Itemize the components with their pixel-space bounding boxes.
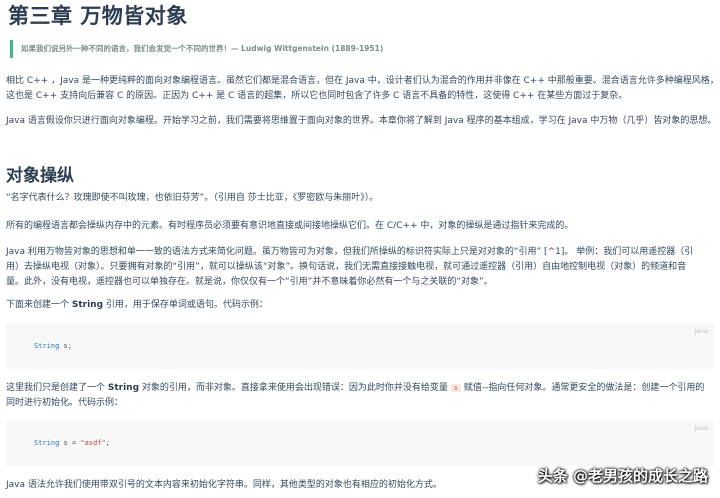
paragraph-java-assumption: Java 语言假设你只进行面向对象编程。开始学习之前，我们需要将思维置于面向对象… [6, 114, 717, 129]
code-type: String [34, 439, 60, 447]
paragraph-memory: 所有的编程语言都会操纵内存中的元素。有时程序员必须要有意识地直接或间接地操纵它们… [6, 219, 714, 234]
paragraph-reference: Java 利用万物皆对象的思想和单一一致的语法方式来简化问题。虽万物皆可为对象，… [6, 245, 714, 290]
code-type: String [34, 342, 60, 350]
paragraph-create-string: 下面来创建一个 String 引用，用于保存单词或语句。代码示例： [6, 298, 714, 313]
code-block-2: java String s = "asdf"; [6, 420, 714, 466]
paragraph-reference-only: 这里我们只是创建了一个 String 对象的引用，而非对象。直接拿来使用会出现错… [6, 381, 714, 411]
text-segment: 下面来创建一个 [6, 300, 72, 310]
reference-line-1: Java 利用万物皆对象的思想和单一一致的语法方式来简化问题。虽万物皆可为对象，… [6, 247, 694, 257]
watermark: 头条 @老男孩的成长之路 [537, 467, 708, 485]
document-page: 第三章 万物皆对象 如果我们说另外一种不同的语言，我们会发觉一个不同的世界！— … [0, 0, 720, 498]
code-language-label: java [694, 424, 708, 432]
bold-keyword: String [71, 300, 104, 310]
code-language-label: java [694, 327, 708, 335]
text-segment: 对象的引用，而非对象。直接拿来使用会出现错误：因为此时你并没有给变量 [139, 383, 451, 393]
code-rest: ; [105, 439, 110, 447]
chapter-title: 第三章 万物皆对象 [8, 4, 188, 28]
text-segment: 同时进行初始化。代码示例： [6, 398, 124, 408]
intro-paragraph: 相比 C++ ，Java 是一种更纯粹的面向对象编程语言。虽然它们都是混合语言，… [6, 74, 719, 104]
code-block-1: java String s; [6, 323, 714, 369]
blockquote: 如果我们说另外一种不同的语言，我们会发觉一个不同的世界！— Ludwig Wit… [10, 40, 720, 58]
code-line: String s; [34, 342, 72, 350]
text-segment: 赋值--指向任何对象。通常更安全的做法是：创建一个引用的 [461, 383, 705, 393]
text-segment: 这里我们只是创建了一个 [6, 383, 108, 393]
paragraph-text: “名字代表什么？玫瑰即使不叫玫瑰，也依旧芬芳”。（引用自 莎士比亚，《罗密欧与朱… [6, 193, 379, 203]
text-segment: 引用，用于保存单词或语句。代码示例： [103, 300, 268, 310]
bold-keyword: String [107, 383, 140, 393]
shakespeare-quote: “名字代表什么？玫瑰即使不叫玫瑰，也依旧芬芳”。（引用自 莎士比亚，《罗密欧与朱… [6, 191, 714, 206]
code-string: "asdf" [80, 439, 106, 447]
paragraph-text: Java 语言假设你只进行面向对象编程。开始学习之前，我们需要将思维置于面向对象… [6, 116, 717, 126]
paragraph-text: 所有的编程语言都会操纵内存中的元素。有时程序员必须要有意识地直接或间接地操纵它们… [6, 221, 574, 231]
intro-line-1: 相比 C++ ，Java 是一种更纯粹的面向对象编程语言。虽然它们都是混合语言，… [6, 76, 719, 86]
reference-line-2: 用）去操纵电视（对象）。只要拥有对象的“引用”，就可以操纵该“对象”。换句话说，… [6, 262, 687, 272]
inline-code: s [450, 384, 461, 392]
code-rest: s; [59, 342, 72, 350]
reference-line-3: 量。此外，没有电视，遥控器也可以单独存在。就是说，你仅仅有一个“引用”并不意味着… [6, 277, 493, 287]
code-line: String s = "asdf"; [34, 439, 110, 447]
section-title: 对象操纵 [6, 166, 74, 186]
intro-line-2: 这也是 C++ 支持向后兼容 C 的原因。正因为 C++ 是 C 语言的超集，所… [6, 91, 628, 101]
code-rest: s = [59, 439, 81, 447]
